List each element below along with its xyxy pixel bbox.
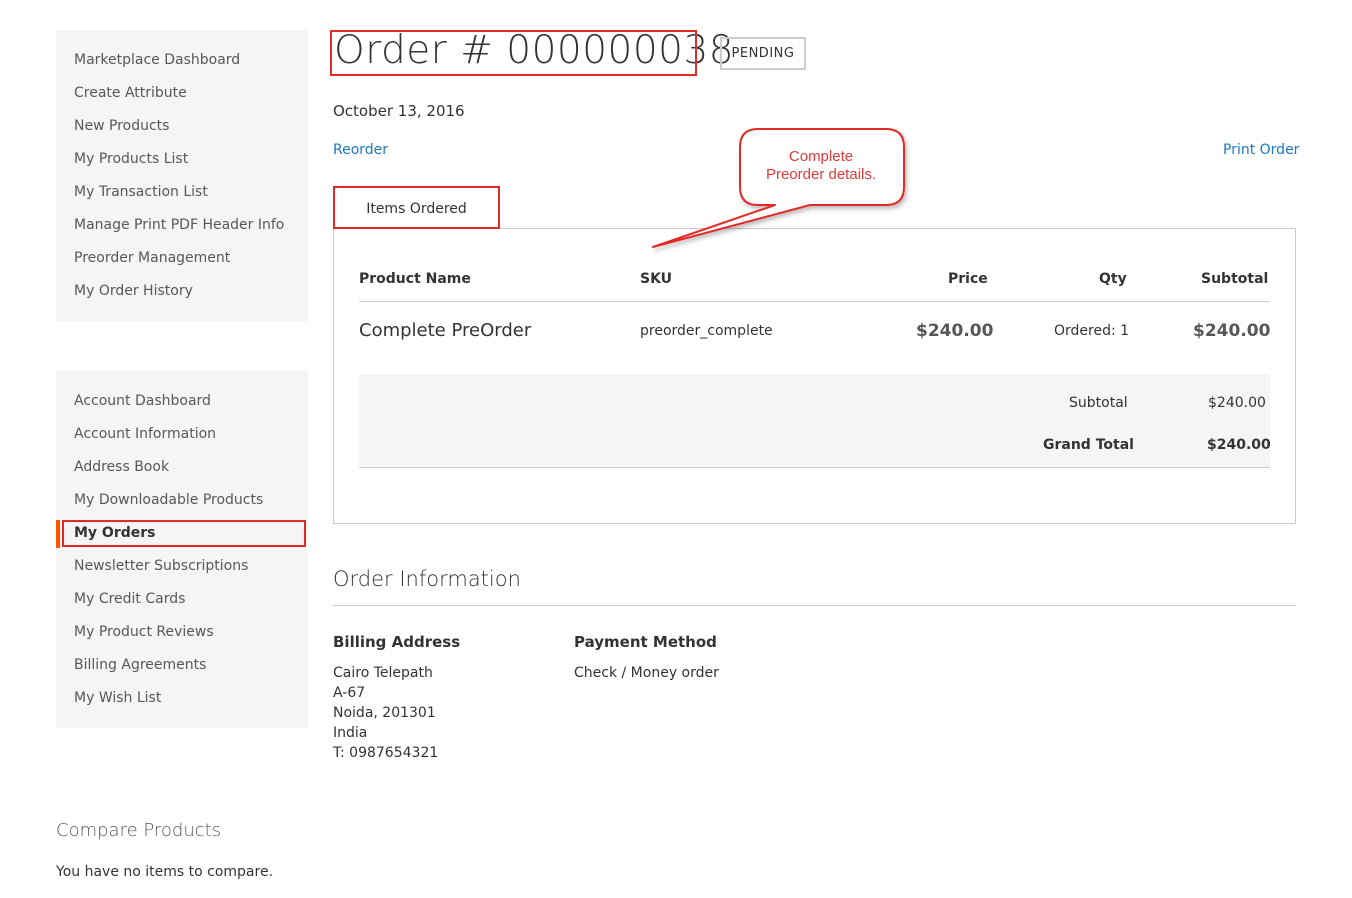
billing-country: India [333, 725, 368, 741]
item-qty: Ordered: 1 [1054, 323, 1130, 339]
nav-my-downloadable-products[interactable]: My Downloadable Products [74, 490, 263, 510]
my-orders-highlight-box [62, 520, 306, 547]
compare-empty-text: You have no items to compare. [56, 864, 274, 880]
account-nav: Account Dashboard Account Information Ad… [56, 371, 308, 728]
col-header-price: Price [948, 271, 988, 287]
order-information-divider [333, 605, 1296, 606]
nav-newsletter-subscriptions[interactable]: Newsletter Subscriptions [74, 556, 248, 576]
item-subtotal: $240.00 [1193, 321, 1271, 341]
nav-my-order-history[interactable]: My Order History [74, 281, 193, 301]
payment-method-value: Check / Money order [574, 665, 719, 681]
nav-manage-print-pdf-header[interactable]: Manage Print PDF Header Info [74, 215, 284, 235]
subtotal-label: Subtotal [1069, 395, 1128, 411]
title-highlight-box [330, 30, 697, 76]
nav-account-information[interactable]: Account Information [74, 424, 216, 444]
nav-my-wish-list[interactable]: My Wish List [74, 688, 161, 708]
print-order-link[interactable]: Print Order [1223, 142, 1299, 158]
subtotal-value: $240.00 [1208, 395, 1266, 411]
billing-name: Cairo Telepath [333, 665, 433, 681]
col-header-sku: SKU [640, 271, 673, 287]
billing-street: A-67 [333, 685, 366, 701]
billing-phone: T: 0987654321 [333, 745, 439, 761]
order-date: October 13, 2016 [333, 102, 465, 120]
nav-marketplace-dashboard[interactable]: Marketplace Dashboard [74, 50, 240, 70]
col-header-qty: Qty [1099, 271, 1127, 287]
nav-address-book[interactable]: Address Book [74, 457, 169, 477]
grand-total-label: Grand Total [1043, 437, 1134, 453]
tab-highlight-box [333, 186, 500, 229]
nav-account-dashboard[interactable]: Account Dashboard [74, 391, 211, 411]
item-price: $240.00 [916, 321, 994, 341]
billing-address-title: Billing Address [333, 633, 461, 651]
billing-city: Noida, 201301 [333, 705, 436, 721]
callout-line-1: Complete [788, 148, 854, 165]
payment-method-title: Payment Method [574, 633, 717, 651]
nav-new-products[interactable]: New Products [74, 116, 169, 136]
reorder-link[interactable]: Reorder [333, 142, 388, 158]
nav-create-attribute[interactable]: Create Attribute [74, 83, 187, 103]
order-totals [359, 374, 1270, 468]
nav-my-products-list[interactable]: My Products List [74, 149, 188, 169]
callout-bubble [652, 128, 905, 248]
marketplace-nav: Marketplace Dashboard Create Attribute N… [56, 30, 308, 321]
status-badge: PENDING [720, 37, 806, 70]
active-nav-marker [56, 520, 60, 548]
nav-preorder-management[interactable]: Preorder Management [74, 248, 230, 268]
callout-text: Complete Preorder details. [742, 148, 900, 184]
compare-products-title: Compare Products [56, 820, 222, 841]
nav-billing-agreements[interactable]: Billing Agreements [74, 655, 206, 675]
item-sku: preorder_complete [640, 323, 773, 339]
nav-my-product-reviews[interactable]: My Product Reviews [74, 622, 214, 642]
order-information-title: Order Information [333, 567, 521, 591]
item-product-name: Complete PreOrder [359, 320, 532, 341]
nav-my-credit-cards[interactable]: My Credit Cards [74, 589, 185, 609]
table-header-divider [359, 301, 1270, 302]
nav-my-transaction-list[interactable]: My Transaction List [74, 182, 208, 202]
grand-total-value: $240.00 [1207, 437, 1271, 453]
callout-line-2: Preorder details. [765, 166, 877, 183]
col-header-subtotal: Subtotal [1201, 271, 1269, 287]
col-header-product: Product Name [359, 271, 471, 287]
